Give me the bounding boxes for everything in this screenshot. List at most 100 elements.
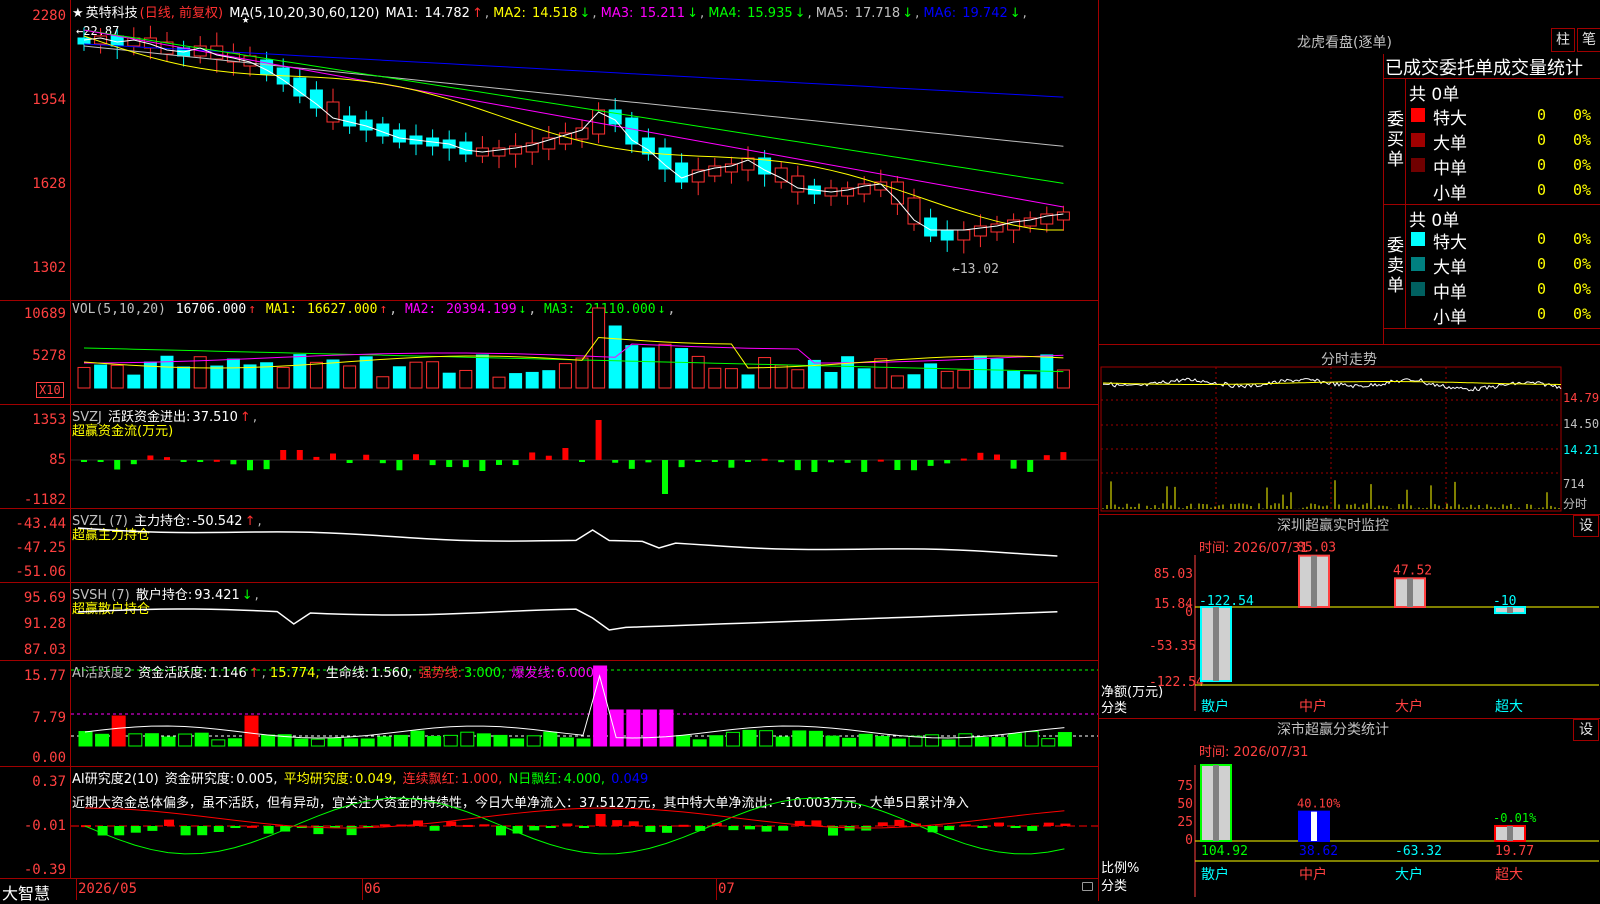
vol-bar xyxy=(841,356,855,389)
monitor-chart: -122.54 散户 85.03 中户 47.52 大户 -10 超大 xyxy=(1194,541,1599,715)
avg-price-line xyxy=(1103,381,1561,385)
activity-bar xyxy=(360,738,375,747)
stats-panel: 深市超赢分类统计 设 时间: 2026/07/31 75 50 25 0 比例%… xyxy=(1098,718,1600,901)
intraday-panel[interactable]: 分时走势 14.79 14.50 14.21 714 分时 xyxy=(1098,344,1600,515)
flow-bar xyxy=(960,458,967,461)
dragon-subtitle-line xyxy=(1383,78,1600,79)
activity-bar xyxy=(858,733,873,747)
vol-bar xyxy=(774,364,788,389)
flow-bar xyxy=(330,453,336,460)
ai-research-panel[interactable]: 0.37 -0.01 -0.39 AI研究度2(10) 资金研究度: 0.005,… xyxy=(0,766,1098,879)
activity-bar xyxy=(194,732,209,747)
stats-chart: 104.92 散户 40.10% 38.62 中户 -63.32 大户 -0.01% 19.77… xyxy=(1194,764,1599,897)
flow-bar xyxy=(562,448,569,460)
order-label: 特大 xyxy=(1433,109,1467,129)
candle-body xyxy=(525,142,539,153)
research-bar xyxy=(1060,823,1071,826)
tick-mode-button[interactable]: 笔 xyxy=(1577,28,1600,52)
ma-line xyxy=(83,45,1064,147)
activity-bar xyxy=(941,739,956,747)
research-bar xyxy=(462,824,473,827)
candle-body xyxy=(309,89,323,109)
color-swatch xyxy=(1411,282,1425,296)
order-count: 0 xyxy=(1537,305,1547,323)
flow-bar xyxy=(711,460,718,462)
x-axis-label: 06 xyxy=(364,881,381,897)
research-bar xyxy=(745,826,755,830)
order-label: 大单 xyxy=(1433,258,1467,278)
stats-category: 大户 xyxy=(1395,866,1423,883)
flow-bar xyxy=(545,455,552,460)
lock-icon[interactable] xyxy=(1082,882,1093,891)
flow-bar xyxy=(313,456,320,460)
stats-value-label: 19.77 xyxy=(1495,844,1534,859)
activity-line xyxy=(84,674,1065,739)
activity-bar xyxy=(427,735,442,747)
stats-top-label: 40.10% xyxy=(1297,797,1341,811)
svsh-chart[interactable] xyxy=(0,582,1098,660)
activity-bar xyxy=(443,734,458,747)
activity-bar xyxy=(808,730,823,747)
research-bar xyxy=(761,826,772,832)
activity-bar xyxy=(344,738,359,747)
ai-research-chart[interactable] xyxy=(0,766,1098,878)
flow-bar xyxy=(213,459,220,462)
vol-chart[interactable] xyxy=(0,300,1098,404)
svzl-chart[interactable] xyxy=(0,508,1098,582)
stats-top-label: -0.01% xyxy=(1493,811,1537,825)
activity-bar xyxy=(144,733,159,747)
activity-bar xyxy=(842,737,857,747)
ma-line xyxy=(83,29,1064,184)
vol-bar xyxy=(691,355,705,389)
order-pct: 0% xyxy=(1573,280,1592,298)
monitor-category: 散户 xyxy=(1201,698,1229,715)
flow-bar xyxy=(280,450,287,460)
indicator-line xyxy=(77,608,1058,631)
indicator-line xyxy=(77,527,1058,557)
flow-bar xyxy=(180,460,187,462)
activity-bar xyxy=(759,730,774,747)
color-swatch xyxy=(1411,257,1425,271)
research-bar xyxy=(1027,826,1038,831)
research-bar xyxy=(595,814,606,826)
color-swatch xyxy=(1411,108,1425,122)
ma-line xyxy=(83,43,1064,98)
dragon-bottom-line xyxy=(1383,328,1600,329)
svzj-chart[interactable] xyxy=(0,404,1098,508)
flow-bar xyxy=(396,460,403,471)
intraday-chart[interactable] xyxy=(1099,345,1600,515)
research-bar xyxy=(612,820,623,826)
logo: 大智慧 xyxy=(2,884,51,903)
activity-bar xyxy=(659,709,674,747)
ai-active-panel[interactable]: 15.77 7.79 0.00 AI活跃度2 资金活跃度: 1.146 ↑, 15.… xyxy=(0,660,1098,767)
column-mode-button[interactable]: 柱 xyxy=(1551,28,1575,52)
flow-bar xyxy=(844,460,851,463)
stats-value-label: 38.62 xyxy=(1299,844,1338,859)
order-pct: 0% xyxy=(1573,305,1592,323)
order-count: 0 xyxy=(1537,131,1547,149)
vol-bar xyxy=(426,361,440,389)
price-chart[interactable] xyxy=(0,0,1098,300)
order-count: 0 xyxy=(1537,280,1547,298)
activity-bar xyxy=(676,735,691,747)
vol-bar xyxy=(343,365,357,389)
stats-value-label: -63.32 xyxy=(1395,844,1442,859)
buy-sell-divider xyxy=(1383,204,1600,205)
research-bar xyxy=(811,820,822,826)
price-panel[interactable]: 2280 1954 1628 1302 ★ 英特科技 (日线, 前复权) MA(5,… xyxy=(0,0,1098,301)
svzl-panel[interactable]: -43.44 -47.25 -51.06 SVZL (7) 主力持仓: -50.5… xyxy=(0,508,1098,583)
vol-bar xyxy=(509,373,523,389)
x-axis: 大智慧 2026/05 06 07 xyxy=(0,878,1098,903)
flow-bar xyxy=(811,460,818,472)
vol-panel[interactable]: 10689 5278 X10 VOL(5,10,20) 16706.000 ↑ M… xyxy=(0,300,1098,405)
order-count: 0 xyxy=(1537,106,1547,124)
ai-active-chart[interactable] xyxy=(0,660,1098,766)
stats-bar-shade xyxy=(1213,765,1219,841)
sell-side-label: 委卖单 xyxy=(1387,236,1404,296)
flow-bar xyxy=(927,460,934,466)
svzj-panel[interactable]: 1353 85 -1182 SVZJ 活跃资金进出: 37.510 ↑, 超赢资金流… xyxy=(0,404,1098,509)
svsh-panel[interactable]: 95.69 91.28 87.03 SVSH (7) 散户持仓: 93.421 ↓,… xyxy=(0,582,1098,661)
activity-bar xyxy=(327,738,342,747)
order-count: 0 xyxy=(1537,156,1547,174)
research-bar xyxy=(529,826,540,831)
